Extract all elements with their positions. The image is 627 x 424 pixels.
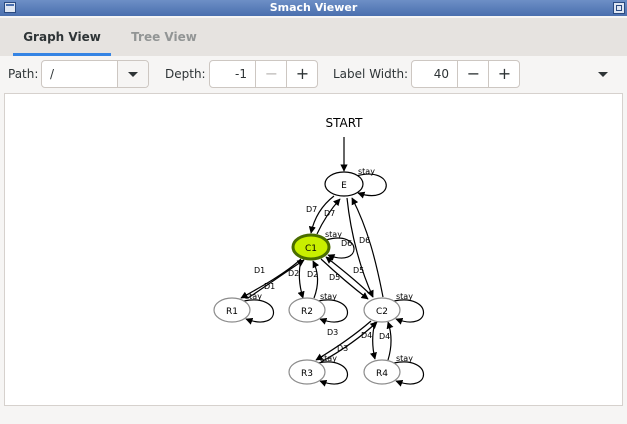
depth-spinbutton[interactable]: -1 − + (209, 60, 318, 88)
edge-label: D4 (379, 332, 390, 341)
edge-label: D5 (329, 273, 340, 282)
edge-label: stay (396, 292, 413, 301)
edge-label: D3 (327, 328, 338, 337)
depth-decrement-button[interactable]: − (255, 61, 287, 87)
edge-label: stay (245, 292, 262, 301)
chevron-down-icon (128, 72, 138, 77)
state-c2-label: C2 (376, 307, 388, 317)
start-label: START (325, 116, 363, 130)
edge-label: D2 (288, 269, 299, 278)
main-window: Graph View Tree View Path: / Depth: -1 −… (0, 16, 627, 424)
state-e-label: E (341, 181, 347, 191)
depth-input[interactable]: -1 (214, 67, 247, 81)
edge-r4-c2-d4 (386, 321, 394, 361)
state-r3-label: R3 (301, 369, 313, 379)
depth-label: Depth: (165, 67, 206, 81)
edge-label: stay (396, 354, 413, 363)
toolbar: Path: / Depth: -1 − + Label Width: 40 − … (0, 56, 627, 93)
maximize-button[interactable] (613, 2, 625, 14)
label-width-label: Label Width: (333, 67, 409, 81)
state-r1-label: R1 (226, 307, 238, 317)
path-label: Path: (8, 67, 39, 81)
label-width-spinbutton[interactable]: 40 − + (411, 60, 520, 88)
edge-label: D4 (361, 331, 372, 340)
edge-label: D7 (324, 209, 335, 218)
path-combobox[interactable]: / (41, 60, 149, 88)
state-r4-label: R4 (376, 369, 388, 379)
state-c1-label: C1 (305, 244, 317, 254)
tab-tree-view[interactable]: Tree View (116, 18, 212, 56)
state-graph: START E C1 R1 R2 C2 R3 R4 stay stay stay… (213, 116, 424, 387)
edge-c1-r2-d2 (297, 259, 305, 299)
edge-label: stay (320, 292, 337, 301)
edge-label: D2 (307, 270, 318, 279)
edge-label: D7 (306, 205, 317, 214)
edge-r2-c1-d2 (312, 260, 320, 299)
edge-label: stay (320, 354, 337, 363)
edge-label: stay (325, 230, 342, 239)
depth-increment-button[interactable]: + (286, 61, 318, 87)
edge-c2-r4-d4 (369, 321, 377, 360)
edge-label: D1 (264, 282, 275, 291)
label-width-input[interactable]: 40 (416, 67, 449, 81)
edge-label: D5 (353, 266, 364, 275)
edge-label: D1 (254, 266, 265, 275)
graph-canvas[interactable]: START E C1 R1 R2 C2 R3 R4 stay stay stay… (4, 93, 623, 406)
tab-graph-view[interactable]: Graph View (13, 18, 111, 56)
label-width-decrement-button[interactable]: − (457, 61, 489, 87)
edge-label: D6 (359, 236, 370, 245)
path-dropdown-button[interactable] (117, 61, 148, 87)
title-bar: Smach Viewer (0, 0, 627, 16)
tab-bar: Graph View Tree View (0, 18, 627, 57)
state-r2-label: R2 (301, 307, 313, 317)
path-input[interactable]: / (50, 67, 54, 81)
label-width-increment-button[interactable]: + (488, 61, 520, 87)
edge-label: D3 (337, 344, 348, 353)
edge-label: stay (358, 167, 375, 176)
edge-label: D6 (341, 239, 352, 248)
window-title: Smach Viewer (269, 1, 358, 14)
window-menu-icon[interactable] (4, 2, 16, 13)
options-menu-icon[interactable] (598, 72, 608, 77)
